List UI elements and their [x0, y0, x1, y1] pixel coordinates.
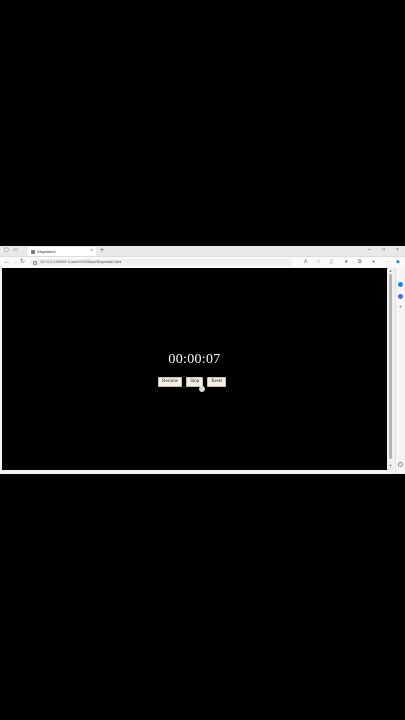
- resume-button[interactable]: Resume: [158, 377, 183, 387]
- page-icon: [31, 249, 35, 254]
- split-screen-icon[interactable]: ▯: [330, 259, 333, 266]
- tab-stopwatch[interactable]: Stopwatch ×: [28, 247, 96, 256]
- page-content: 00:00:07 Resume Stop Reset: [2, 268, 387, 470]
- search-sidebar-icon[interactable]: [398, 282, 403, 287]
- new-tab-button[interactable]: +: [100, 246, 104, 256]
- favorite-star-icon[interactable]: ☆: [316, 259, 320, 266]
- more-menu-icon[interactable]: ⋯: [386, 259, 391, 266]
- close-window-icon[interactable]: ×: [396, 247, 399, 254]
- stopwatch-time: 00:00:07: [168, 352, 221, 367]
- reset-button[interactable]: Reset: [207, 377, 227, 387]
- workspaces-icon[interactable]: ▢: [4, 247, 9, 254]
- close-tab-icon[interactable]: ×: [90, 247, 93, 256]
- add-sidebar-icon[interactable]: +: [398, 305, 403, 311]
- copilot-icon[interactable]: ◆: [396, 259, 400, 266]
- scroll-thumb[interactable]: [389, 274, 392, 459]
- collections-icon[interactable]: ⧉: [358, 259, 362, 266]
- url-field[interactable]: 127.0.0.1:5500/F:/Users/%20Stack/Stopwat…: [30, 259, 292, 266]
- stopwatch-controls: Resume Stop Reset: [158, 377, 227, 387]
- maximize-icon[interactable]: □: [382, 247, 385, 254]
- url-text: 127.0.0.1:5500/F:/Users/%20Stack/Stopwat…: [40, 260, 122, 264]
- refresh-icon[interactable]: ↻: [20, 259, 25, 266]
- tab-bar: ▢ ▭ Stopwatch × + – □ ×: [0, 246, 405, 257]
- page-scrollbar[interactable]: ▲ ▼: [388, 268, 394, 470]
- profile-icon[interactable]: ●: [372, 259, 375, 266]
- scroll-up-icon[interactable]: ▲: [389, 269, 393, 273]
- site-info-icon[interactable]: [33, 260, 37, 265]
- tab-title: Stopwatch: [37, 249, 56, 254]
- minimize-icon[interactable]: –: [368, 247, 371, 254]
- scroll-down-icon[interactable]: ▼: [389, 464, 393, 468]
- read-aloud-icon[interactable]: A: [304, 259, 307, 266]
- sidebar-settings-icon[interactable]: [398, 462, 403, 467]
- tab-actions-icon[interactable]: ▭: [13, 247, 18, 254]
- favorites-icon[interactable]: ★: [344, 259, 348, 266]
- back-icon[interactable]: ←: [4, 259, 10, 266]
- forward-icon[interactable]: →: [12, 259, 18, 266]
- copilot-sidebar-icon[interactable]: [398, 294, 403, 299]
- browser-sidebar: +: [395, 268, 405, 474]
- mouse-cursor: [199, 386, 205, 392]
- browser-window: ▢ ▭ Stopwatch × + – □ × ← → ↻ 127.0.0.1:…: [0, 246, 405, 474]
